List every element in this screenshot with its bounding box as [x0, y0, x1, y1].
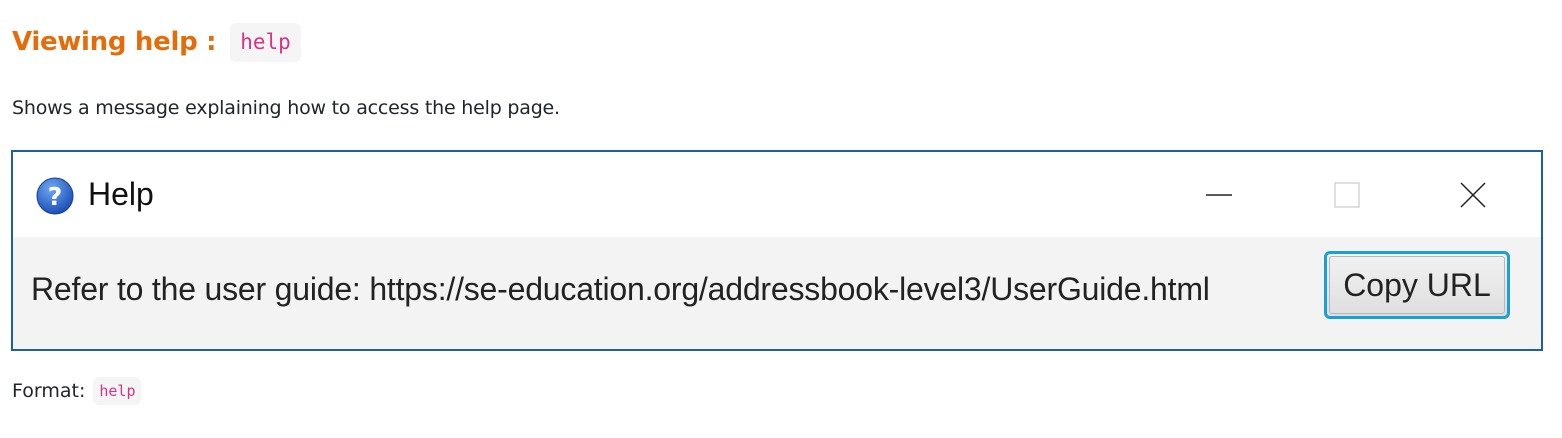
help-window-screenshot: ? Help Refer to the user guide: https://… [11, 150, 1543, 351]
page: Viewing help : help Shows a message expl… [0, 0, 1562, 438]
close-button[interactable] [1443, 170, 1503, 220]
heading-command-code: help [230, 22, 301, 62]
format-label: Format: [12, 380, 86, 402]
copy-url-button[interactable]: Copy URL [1324, 251, 1510, 319]
window-content: Refer to the user guide: https://se-educ… [13, 237, 1541, 349]
maximize-button[interactable] [1317, 170, 1377, 220]
maximize-icon [1334, 182, 1360, 208]
heading-title: Viewing help : [12, 27, 217, 57]
svg-text:?: ? [48, 182, 63, 211]
feature-description: Shows a message explaining how to access… [12, 97, 560, 119]
minimize-button[interactable] [1189, 170, 1249, 220]
format-command-code: help [93, 377, 142, 405]
question-mark-icon: ? [36, 177, 74, 215]
window-title: Help [88, 176, 154, 212]
minimize-icon [1206, 194, 1232, 196]
section-heading: Viewing help : help [12, 20, 301, 64]
user-guide-message: Refer to the user guide: https://se-educ… [31, 271, 1210, 307]
window-titlebar: ? Help [13, 152, 1541, 237]
format-line: Format: help [12, 377, 142, 405]
close-icon [1460, 182, 1486, 208]
